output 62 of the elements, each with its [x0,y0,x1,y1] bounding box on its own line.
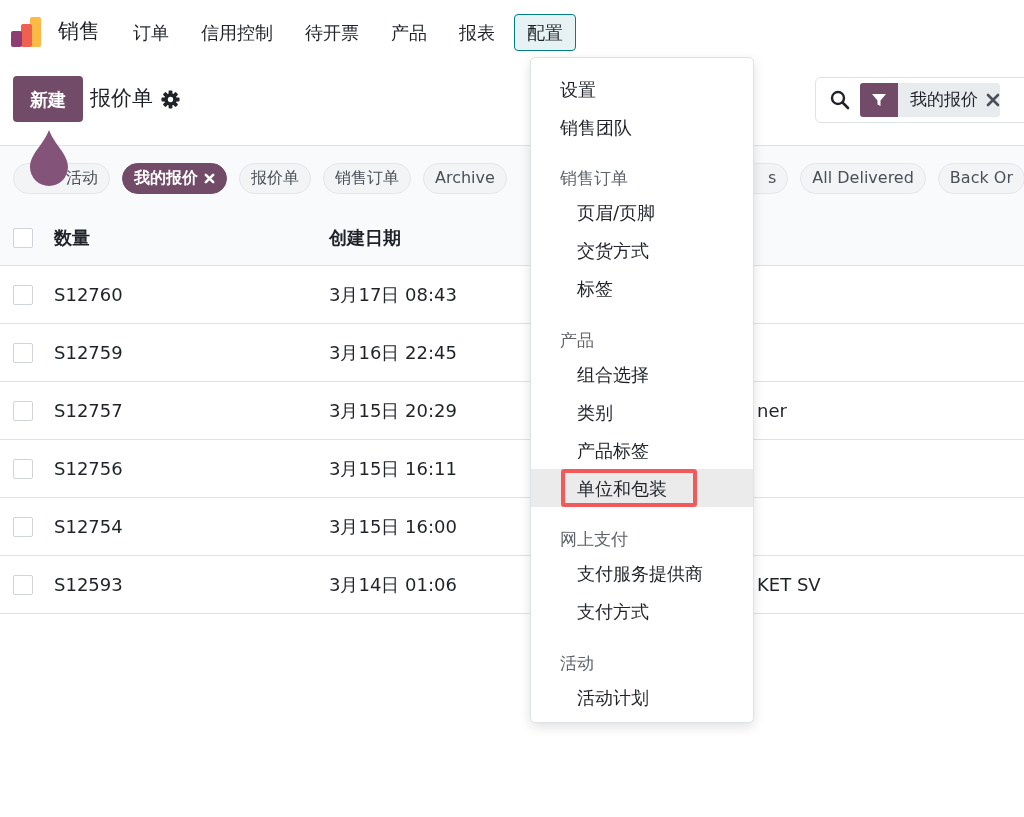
row-checkbox[interactable] [13,342,33,363]
gear-icon[interactable] [161,89,180,109]
new-button[interactable]: 新建 [13,76,83,122]
menu-item[interactable]: 待开票 [292,13,372,51]
menu-item[interactable]: 信用控制 [188,13,286,51]
menu-section-header: 销售订单 [559,167,629,190]
table-cell: S12754 [54,516,123,537]
dropdown-item[interactable]: 交货方式 [531,231,753,270]
row-checkbox[interactable] [13,400,33,421]
dropdown-item[interactable]: 支付方式 [531,592,753,631]
table-cell: S12593 [54,574,123,595]
filter-chip[interactable]: 报价单 [239,162,311,194]
table-cell: S12756 [54,458,123,479]
table-cell: S12760 [54,284,123,305]
row-checkbox[interactable] [13,284,33,305]
table-cell: 3月14日 01:06 [329,574,457,595]
close-icon[interactable] [986,93,1000,107]
menu-item[interactable]: 产品 [378,13,440,51]
row-checkbox[interactable] [13,574,33,595]
select-all-checkbox[interactable] [13,227,33,248]
menu-section-header: 网上支付 [559,528,629,551]
table-cell: 3月17日 08:43 [329,284,457,305]
search-field[interactable]: 我的报价 [815,77,1024,123]
filter-chip[interactable]: 我的报价 [122,162,227,194]
table-cell: S12759 [54,342,123,363]
table-cell: 3月15日 16:11 [329,458,457,479]
filter-chip[interactable]: Back Or [937,162,1024,194]
menu-item[interactable]: 配置 [514,13,576,51]
filter-icon [871,92,887,108]
app-logo-icon[interactable] [10,16,42,48]
facet-label: 我的报价 [909,88,979,112]
app-name[interactable]: 销售 [58,16,100,48]
search-facet[interactable]: 我的报价 [860,83,1000,117]
search-icon[interactable] [830,90,850,110]
menu-item[interactable]: 报表 [446,13,508,51]
dropdown-item[interactable]: 设置 [531,70,753,108]
drop-marker-icon [30,130,68,186]
dropdown-item[interactable]: 组合选择 [531,355,753,393]
table-cell: 3月16日 22:45 [329,342,457,363]
dropdown-item[interactable]: 支付服务提供商 [531,554,753,593]
row-checkbox[interactable] [13,458,33,479]
dropdown-item[interactable]: 产品标签 [531,431,753,469]
row-checkbox[interactable] [13,516,33,537]
table-cell: 3月15日 20:29 [329,400,457,421]
column-header[interactable]: 数量 [54,224,329,251]
menu-section-header: 活动 [559,651,595,675]
table-cell: ner [757,400,787,421]
dropdown-item[interactable]: 标签 [531,269,753,308]
dropdown-item[interactable]: 单位和包装 [531,469,753,507]
table-cell: S12757 [54,400,123,421]
dropdown-item[interactable]: 类别 [531,393,753,431]
page-title: 报价单 [90,85,153,113]
filter-chip[interactable]: All Delivered [800,162,926,194]
dropdown-item[interactable]: 销售团队 [531,108,753,146]
table-cell: 3月15日 16:00 [329,516,457,537]
table-cell: KET SV [757,574,821,595]
dropdown-item[interactable]: 页眉/页脚 [531,193,753,232]
dropdown-item[interactable]: 活动计划 [531,678,753,716]
menu-section-header: 产品 [559,328,595,352]
menu-item[interactable]: 订单 [120,13,182,51]
filter-chip[interactable]: Archive [423,162,507,194]
filter-chip[interactable]: 销售订单 [323,162,411,194]
